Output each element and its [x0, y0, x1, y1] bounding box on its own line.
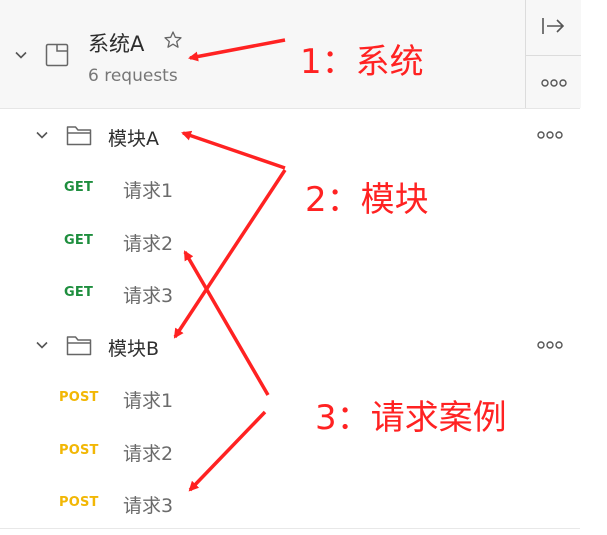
star-icon[interactable] [163, 30, 183, 50]
more-icon[interactable] [536, 127, 564, 143]
chevron-down-icon[interactable] [13, 47, 29, 63]
collection-more-button[interactable] [526, 55, 581, 108]
collapse-sidebar-icon [541, 16, 567, 40]
request-name[interactable]: 请求2 [123, 229, 173, 256]
annotation-cases-label: 3：请求案例 [315, 398, 507, 438]
request-name[interactable]: 请求3 [123, 281, 173, 308]
folder-icon [66, 124, 92, 146]
arrow-to-request-2 [183, 250, 270, 396]
request-name[interactable]: 请求2 [123, 439, 173, 466]
arrow-to-request-3 [188, 410, 267, 492]
request-name[interactable]: 请求1 [123, 176, 173, 203]
divider [0, 528, 580, 529]
annotation-module-label: 2：模块 [305, 180, 429, 220]
method-badge-get: GET [64, 285, 94, 300]
collection-actions [525, 0, 581, 108]
collection-name[interactable]: 系统A [88, 28, 144, 58]
folder-icon [66, 334, 92, 356]
request-count: 6 requests [88, 66, 178, 86]
folder-name[interactable]: 模块A [108, 124, 159, 151]
more-icon [540, 72, 567, 91]
chevron-down-icon[interactable] [34, 337, 50, 353]
request-name[interactable]: 请求3 [123, 491, 173, 518]
method-badge-post: POST [59, 443, 99, 458]
folder-name[interactable]: 模块B [108, 334, 159, 361]
collection-icon [45, 43, 69, 67]
more-icon[interactable] [536, 337, 564, 353]
collection-header[interactable]: 系统A 6 requests [0, 0, 581, 109]
annotation-system-label: 1：系统 [300, 42, 424, 82]
method-badge-get: GET [64, 180, 94, 195]
collapse-sidebar-button[interactable] [526, 0, 581, 56]
method-badge-get: GET [64, 233, 94, 248]
arrow-to-module-b [173, 169, 287, 339]
request-name[interactable]: 请求1 [123, 386, 173, 413]
chevron-down-icon[interactable] [34, 127, 50, 143]
arrow-to-module-a [181, 130, 286, 170]
method-badge-post: POST [59, 390, 99, 405]
sidebar-collection-tree: 系统A 6 requests 模块A GET 请求1 GET 请求2 GET 请… [0, 0, 607, 535]
method-badge-post: POST [59, 495, 99, 510]
